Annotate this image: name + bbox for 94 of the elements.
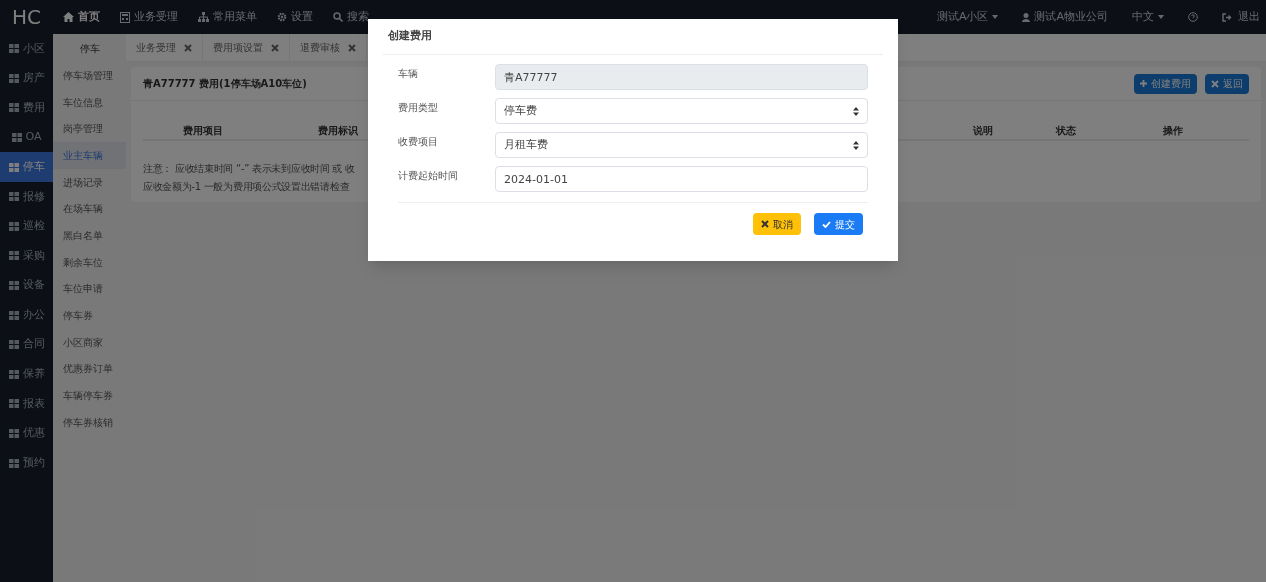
submenu-item[interactable]: 车辆停车券: [53, 382, 126, 409]
nav-item[interactable]: 首页: [53, 0, 110, 34]
grid-icon: [8, 73, 19, 83]
column-header: 操作: [1162, 123, 1184, 138]
grid-icon: [8, 251, 19, 261]
submenu-title: 停车: [78, 41, 101, 56]
page-tab[interactable]: 退费审核: [290, 34, 367, 61]
grid-icon: [8, 103, 19, 113]
submenu-item[interactable]: 剩余车位: [53, 248, 126, 276]
calculator-icon: [120, 11, 130, 23]
sitemap-icon: [198, 12, 209, 22]
field-label: 车辆: [398, 66, 419, 81]
help-icon: [1188, 12, 1198, 22]
grid-icon: [8, 281, 19, 291]
sidebar-item[interactable]: 设备: [0, 270, 53, 301]
submenu-item[interactable]: 停车场管理: [53, 62, 126, 89]
create-fee-button[interactable]: 创建费用: [1134, 73, 1197, 94]
submenu-item[interactable]: 优惠券订单: [53, 355, 126, 383]
sidebar-item[interactable]: 采购: [0, 241, 53, 271]
page-tab[interactable]: 业务受理: [126, 34, 203, 61]
select-field[interactable]: 停车费: [495, 98, 868, 124]
submit-button[interactable]: 提交: [814, 213, 863, 235]
column-header: 状态: [1054, 123, 1077, 138]
submenu-item[interactable]: 进场记录: [53, 168, 126, 196]
field-label: 费用类型: [398, 100, 439, 115]
page-tab[interactable]: 费用项设置: [203, 34, 290, 61]
sidebar-item[interactable]: 小区: [0, 34, 53, 64]
sidebar-item[interactable]: 办公: [0, 300, 53, 330]
sidebar-item[interactable]: 停车: [0, 152, 53, 182]
grid-icon: [8, 310, 19, 320]
sidebar-item[interactable]: 报表: [0, 389, 53, 419]
company-link[interactable]: 测试A物业公司: [1010, 8, 1120, 26]
logo: HC: [11, 4, 42, 31]
user-icon: [1022, 12, 1031, 22]
submenu-item[interactable]: 业主车辆: [53, 142, 126, 169]
logout-button[interactable]: 退出: [1210, 8, 1266, 26]
vehicle-field[interactable]: 青A77777: [495, 64, 868, 90]
grid-icon: [8, 340, 19, 350]
submenu-item[interactable]: 小区商家: [53, 328, 126, 356]
settings-icon: [277, 12, 287, 22]
submenu-item[interactable]: 停车券核销: [53, 408, 126, 436]
dialog-title: 创建费用: [387, 28, 432, 45]
grid-icon: [8, 162, 19, 172]
caret-icon: [992, 15, 999, 19]
start-date-field[interactable]: 2024-01-01: [495, 166, 868, 192]
note-text: 注意： 应收结束时间 “-” 表示未到应收时间 或 收: [143, 162, 355, 176]
language-dropdown[interactable]: 中文: [1120, 8, 1176, 26]
close-icon: [271, 43, 279, 52]
field-label: 计费起始时间: [398, 168, 459, 183]
submenu-item[interactable]: 车位申请: [53, 275, 126, 303]
grid-icon: [8, 221, 19, 231]
grid-icon: [8, 44, 19, 54]
panel-title: 青A77777 费用(1停车场A10车位): [143, 77, 307, 91]
grid-icon: [8, 369, 19, 379]
sidebar-item[interactable]: 房产: [0, 63, 53, 94]
sidebar-item[interactable]: 巡检: [0, 211, 53, 242]
grid-icon: [8, 192, 19, 202]
submenu-item[interactable]: 岗亭管理: [53, 115, 126, 143]
close-icon: [761, 220, 769, 228]
check-icon: [822, 220, 831, 228]
grid-icon: [8, 429, 19, 438]
grid-icon: [8, 458, 19, 468]
submenu-item[interactable]: 车位信息: [53, 88, 126, 116]
sort-icon: [853, 140, 859, 150]
grid-icon: [8, 399, 19, 409]
search-icon: [333, 12, 343, 22]
nav-item[interactable]: 常用菜单: [188, 0, 267, 34]
submenu-item[interactable]: 停车券: [53, 302, 126, 329]
close-icon: [184, 43, 192, 52]
home-icon: [63, 12, 74, 22]
sort-icon: [853, 106, 859, 116]
select-field[interactable]: 月租车费: [495, 132, 868, 158]
sidebar-item[interactable]: 预约: [0, 448, 53, 478]
column-header: 费用项目: [182, 123, 224, 138]
grid-icon: [11, 133, 22, 143]
sidebar-item[interactable]: 优惠: [0, 418, 53, 449]
nav-item[interactable]: 业务受理: [110, 0, 188, 34]
logout-icon: [1222, 12, 1232, 22]
column-header: 说明: [972, 123, 994, 138]
field-label: 收费项目: [398, 134, 439, 149]
nav-item[interactable]: 设置: [267, 0, 323, 34]
sidebar-item[interactable]: 费用: [0, 93, 53, 123]
submenu-item[interactable]: 在场车辆: [53, 195, 126, 223]
submenu-item[interactable]: 黑白名单: [53, 222, 126, 249]
community-dropdown[interactable]: 测试A小区: [924, 8, 1011, 26]
back-button[interactable]: 返回: [1205, 73, 1249, 94]
plus-icon: [1140, 80, 1147, 87]
sidebar-item[interactable]: 保养: [0, 359, 53, 390]
close-icon: [1211, 79, 1219, 88]
nav-item[interactable]: 搜索: [323, 0, 379, 34]
close-icon: [348, 43, 356, 52]
caret-icon: [1158, 15, 1164, 19]
cancel-button[interactable]: 取消: [753, 213, 801, 235]
column-header: 费用标识: [317, 123, 359, 138]
